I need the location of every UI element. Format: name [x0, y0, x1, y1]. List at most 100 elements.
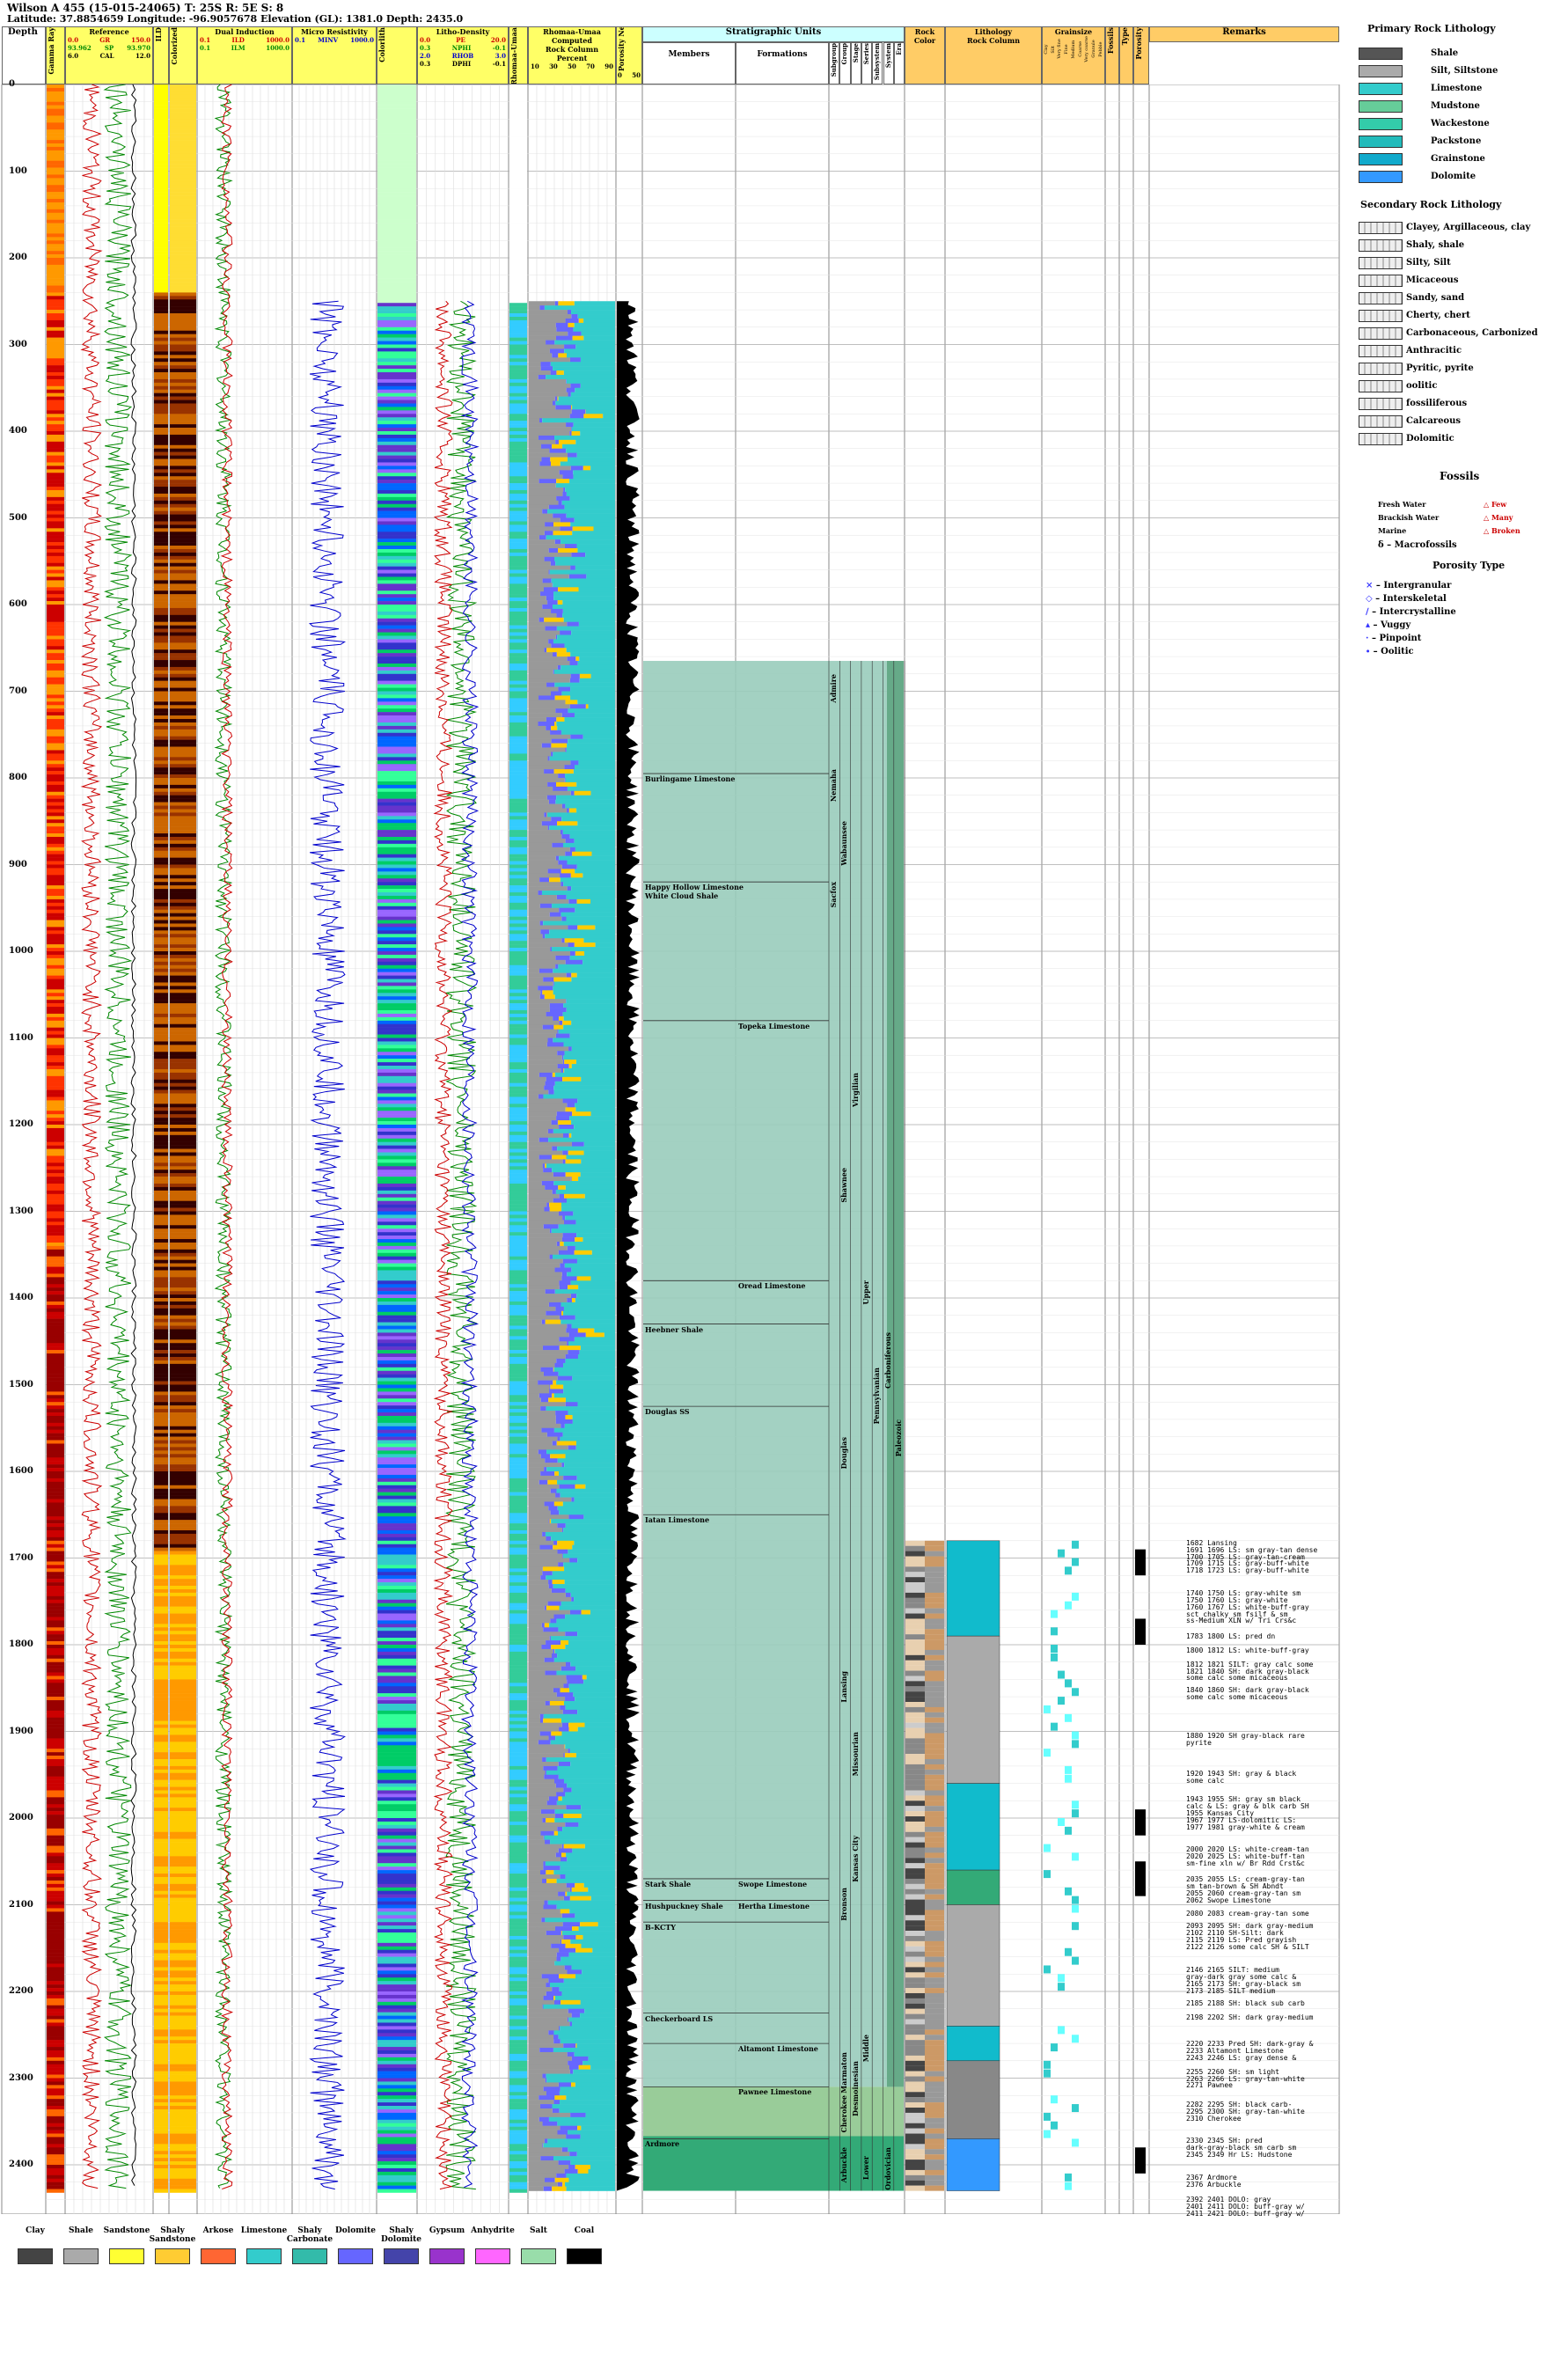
colorlith-rhomaa-band [509, 2147, 527, 2152]
colorlith-rhomaa-band [509, 195, 527, 200]
ild-color-band [154, 469, 168, 473]
rock-lime-pct [560, 877, 615, 883]
gamma-color-band [47, 230, 64, 234]
colorlith-band [377, 614, 416, 620]
rock-dolomite-pct [540, 1454, 551, 1459]
ild-color-band [154, 982, 168, 986]
colorlith-rhomaa-band [509, 528, 527, 532]
rock-lime-pct [546, 535, 615, 540]
rock-sand-pct [557, 1120, 572, 1126]
colorlith-band [377, 1301, 416, 1306]
rock-dolomite-pct [546, 1202, 550, 1207]
rock-lime-pct [545, 1918, 615, 1923]
colorlith-rhomaa-band [509, 1863, 527, 1867]
rock-dolomite-pct [539, 617, 545, 622]
rock-lime-pct [550, 1839, 615, 1844]
ild-colorized-band [170, 493, 196, 498]
colorlith-rhomaa-band [509, 160, 527, 165]
rock-lime-pct [553, 2048, 615, 2053]
ild-colorized-band [170, 1565, 196, 1569]
gamma-color-band [47, 1863, 64, 1867]
ild-color-band [154, 369, 168, 373]
ild-color-band [154, 1155, 168, 1160]
colorlith-rhomaa-band [509, 1752, 527, 1756]
rock-lime-pct [560, 2100, 615, 2105]
colorlith-rhomaa-band [509, 1426, 527, 1430]
colorlith-band [377, 1720, 416, 1725]
ild-color-band [154, 271, 168, 275]
ild-color-band [154, 715, 168, 720]
rock-dolomite-pct [541, 743, 552, 748]
colorlith-band [377, 1967, 416, 1971]
gamma-color-band [47, 1800, 64, 1805]
rock-dolomite-pct [555, 1852, 562, 1858]
colorlith-rhomaa-band [509, 524, 527, 529]
ild-colorized-band [170, 2140, 196, 2145]
ild-colorized-band [170, 680, 196, 685]
ild-colorized-band [170, 91, 196, 96]
colorlith-band [377, 1166, 416, 1170]
rock-shale-pct [529, 695, 539, 700]
colorlith-band [377, 1547, 416, 1551]
ild-colorized-band [170, 1697, 196, 1701]
rock-shale-pct [529, 838, 566, 844]
gamma-color-band [47, 126, 64, 130]
rock-shale-pct [529, 1328, 567, 1333]
ild-color-band [154, 462, 168, 466]
gamma-header: Gamma Ray [46, 26, 65, 84]
rock-shale-pct [529, 1389, 550, 1394]
ild-color-band [154, 1783, 168, 1787]
colorlith-band [377, 1003, 416, 1008]
colorlith-rhomaa-band [509, 396, 527, 400]
colorlith-rhomaa-band [509, 546, 527, 550]
ild-colorized-band [170, 906, 196, 910]
gamma-color-band [47, 185, 64, 189]
rock-lime-pct [575, 1913, 615, 1918]
gamma-color-band [47, 1520, 64, 1524]
colorlith-rhomaa-band [509, 802, 527, 806]
rock-dolomite-pct [544, 648, 547, 653]
colorlith-band [377, 1565, 416, 1569]
ild-colorized-band [170, 98, 196, 102]
rock-shale-pct [529, 959, 566, 965]
colorlith-band [377, 920, 416, 924]
colorlith-band [377, 1690, 416, 1694]
colorlith-band [377, 260, 416, 266]
gamma-color-band [47, 396, 64, 400]
colorlith-band [377, 292, 416, 297]
ild-colorized-band [170, 1457, 196, 1462]
rock-sand-pct [562, 1020, 572, 1025]
gamma-color-band [47, 140, 64, 144]
ild-color-band [154, 1661, 168, 1666]
colorlith-band [377, 230, 416, 234]
gamma-color-band [47, 750, 64, 754]
rock-shale-pct [529, 1250, 559, 1256]
rock-sand-pct [549, 1206, 562, 1212]
colorlith-rhomaa-band [509, 1329, 527, 1333]
colorlith-rhomaa-band [509, 1544, 527, 1548]
rock-dolomite-pct [558, 1761, 571, 1767]
rock-dolomite-pct [559, 1193, 565, 1199]
rock-sand-pct [561, 869, 575, 874]
colorlith-band [377, 1034, 416, 1038]
gamma-color-band [47, 1620, 64, 1624]
ild-colorized-band [170, 1318, 196, 1323]
ild-color-band [154, 1325, 168, 1330]
rock-sand-pct [557, 1540, 575, 1545]
colorlith-band [377, 1776, 416, 1780]
ild-color-band [154, 378, 168, 384]
ild-color-band [154, 2130, 168, 2134]
rock-shale-pct [529, 1536, 546, 1542]
colorlith-band [377, 517, 416, 522]
rock-lime-pct [571, 1787, 615, 1793]
colorlith-rhomaa-band [509, 355, 527, 359]
rock-dolomite-pct [563, 2043, 576, 2049]
colorlith-band [377, 108, 416, 113]
rock-lime-pct [546, 1163, 615, 1169]
gamma-color-band [47, 882, 64, 886]
rock-lime-pct [583, 959, 615, 965]
ild-color-band [154, 1901, 168, 1905]
colorlith-band [377, 587, 416, 591]
colorlith-rhomaa-band [509, 306, 527, 311]
rock-dolomite-pct [542, 2143, 544, 2148]
